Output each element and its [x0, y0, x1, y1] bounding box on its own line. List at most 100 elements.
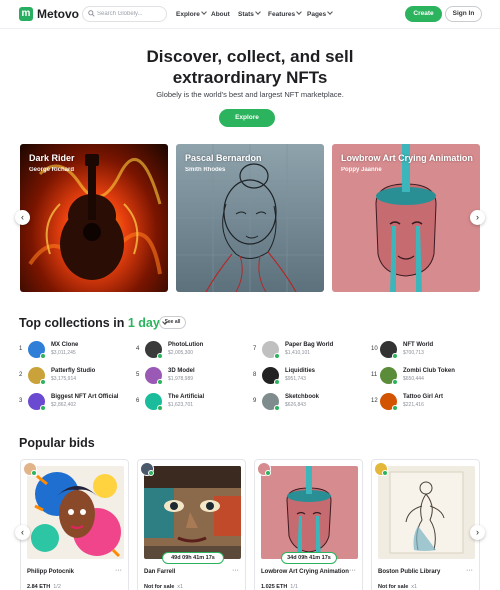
- collection-rank: 4: [136, 346, 140, 352]
- nav-about-label: About: [211, 11, 230, 18]
- featured-card-dark-rider[interactable]: Dark Rider George Richard: [20, 144, 168, 292]
- verified-icon: [392, 405, 398, 411]
- verified-icon: [274, 353, 280, 359]
- search-box[interactable]: [82, 6, 167, 22]
- hero-title-line2: extraordinary NFTs: [172, 68, 328, 87]
- collection-name: Patterfly Studio: [51, 368, 96, 374]
- chevron-down-icon: [255, 9, 261, 15]
- collection-name: Zombi Club Token: [403, 368, 455, 374]
- face-painting-artwork: [144, 466, 241, 546]
- bid-card[interactable]: Boston Public Library ··· Not for sale x1: [371, 459, 480, 590]
- bid-qty: x1: [411, 584, 418, 590]
- nav-about[interactable]: About: [211, 10, 230, 19]
- collection-name: Paper Bag World: [285, 342, 334, 348]
- bids-prev-button[interactable]: ‹: [15, 525, 30, 540]
- auction-timer: 49d 09h 41m 17s: [162, 552, 224, 564]
- collection-item[interactable]: 1 MX Clone $3,011,245: [19, 341, 129, 359]
- collection-price: $2,862,402: [51, 402, 77, 408]
- more-options-icon[interactable]: ···: [115, 567, 122, 574]
- logo-icon[interactable]: m: [19, 7, 33, 21]
- see-all-button[interactable]: See all: [159, 316, 186, 329]
- collection-item[interactable]: 12 Tattoo Girl Art $221,416: [371, 393, 481, 411]
- chevron-left-icon: ‹: [21, 527, 24, 537]
- sign-in-button[interactable]: Sign In: [445, 6, 482, 22]
- collection-rank: 6: [136, 398, 140, 404]
- nav-features-label: Features: [268, 11, 296, 18]
- collection-rank: 11: [371, 372, 378, 378]
- nav-stats[interactable]: Stats: [238, 9, 261, 19]
- chevron-down-icon: [201, 9, 207, 15]
- nav-pages[interactable]: Pages: [307, 9, 333, 19]
- nav-stats-label: Stats: [238, 11, 254, 18]
- collection-name: Sketchbook: [285, 394, 320, 400]
- period-dropdown[interactable]: 1 day: [128, 316, 160, 330]
- explore-button[interactable]: Explore: [219, 109, 275, 127]
- collection-rank: 12: [371, 398, 378, 404]
- bid-price: 2.84 ETH 1/2: [27, 584, 61, 590]
- bid-artwork: [378, 466, 475, 559]
- bid-qty: x1: [177, 584, 184, 590]
- collection-price: $700,713: [403, 350, 424, 356]
- bid-title: Lowbrow Art Crying Animation: [261, 569, 349, 575]
- more-options-icon[interactable]: ···: [466, 567, 473, 574]
- chevron-right-icon: ›: [476, 527, 479, 537]
- collection-price: $951,743: [285, 376, 306, 382]
- collection-item[interactable]: 8 Liquidities $951,743: [253, 367, 363, 385]
- collection-item[interactable]: 11 Zombi Club Token $650,444: [371, 367, 481, 385]
- more-options-icon[interactable]: ···: [349, 567, 356, 574]
- create-button[interactable]: Create: [405, 6, 442, 22]
- featured-author: Smith Rhodes: [185, 167, 226, 173]
- collection-name: Tattoo Girl Art: [403, 394, 443, 400]
- featured-card-lowbrow-art[interactable]: Lowbrow Art Crying Animation Poppy Jaann…: [332, 144, 480, 292]
- collection-name: PhotoLution: [168, 342, 204, 348]
- collection-price: $3,011,245: [51, 350, 76, 356]
- verified-icon: [392, 353, 398, 359]
- popular-bids-title: Popular bids: [19, 436, 95, 450]
- bid-artwork: [144, 466, 241, 559]
- collection-item[interactable]: 2 Patterfly Studio $3,175,914: [19, 367, 129, 385]
- collection-rank: 10: [371, 346, 378, 352]
- logo-text[interactable]: Metovo: [37, 7, 79, 21]
- collection-item[interactable]: 3 Biggest NFT Art Official $2,862,402: [19, 393, 129, 411]
- bid-card[interactable]: 34d 09h 41m 17s Lowbrow Art Crying Anima…: [254, 459, 363, 590]
- verified-icon: [274, 405, 280, 411]
- carousel-prev-button[interactable]: ‹: [15, 210, 30, 225]
- verified-icon: [157, 379, 163, 385]
- collection-price: $1,978,989: [168, 376, 194, 382]
- collection-item[interactable]: 4 PhotoLution $2,005,300: [136, 341, 246, 359]
- verified-icon: [40, 379, 46, 385]
- more-options-icon[interactable]: ···: [232, 567, 239, 574]
- bid-title: Philipp Potocnik: [27, 569, 75, 575]
- collection-item[interactable]: 5 3D Model $1,978,989: [136, 367, 246, 385]
- crying-head-artwork: [286, 466, 332, 559]
- collection-item[interactable]: 9 Sketchbook $626,843: [253, 393, 363, 411]
- search-icon: [88, 10, 95, 17]
- bid-price: 1.025 ETH 1/1: [261, 584, 298, 590]
- bid-card[interactable]: 49d 09h 41m 17s Dan Farrell ··· Not for …: [137, 459, 246, 590]
- collection-price: $3,175,914: [51, 376, 77, 382]
- verified-icon: [392, 379, 398, 385]
- verified-icon: [157, 405, 163, 411]
- collection-item[interactable]: 10 NFT World $700,713: [371, 341, 481, 359]
- collection-item[interactable]: 6 The Artificial $1,623,701: [136, 393, 246, 411]
- carousel-next-button[interactable]: ›: [470, 210, 485, 225]
- featured-author: George Richard: [29, 167, 75, 173]
- auction-timer: 34d 09h 41m 17s: [281, 552, 337, 564]
- collection-name: NFT World: [403, 342, 434, 348]
- search-input[interactable]: [97, 9, 163, 19]
- nav-features[interactable]: Features: [268, 9, 302, 19]
- verified-icon: [40, 353, 46, 359]
- nav-explore[interactable]: Explore: [176, 9, 207, 19]
- collection-name: 3D Model: [168, 368, 195, 374]
- featured-card-pascal-bernardon[interactable]: Pascal Bernardon Smith Rhodes: [176, 144, 324, 292]
- colorful-portrait-artwork: [31, 472, 121, 558]
- collection-price: $221,416: [403, 402, 424, 408]
- verified-icon: [31, 470, 37, 476]
- top-header: m Metovo Explore About Stats Features Pa…: [0, 0, 500, 29]
- bid-card[interactable]: Philipp Potocnik ··· 2.84 ETH 1/2: [20, 459, 129, 590]
- collection-rank: 7: [253, 346, 257, 352]
- collection-item[interactable]: 7 Paper Bag World $1,410,101: [253, 341, 363, 359]
- bid-artwork: [261, 466, 358, 559]
- hero-subtitle: Globely is the world's best and largest …: [156, 90, 344, 99]
- bids-next-button[interactable]: ›: [470, 525, 485, 540]
